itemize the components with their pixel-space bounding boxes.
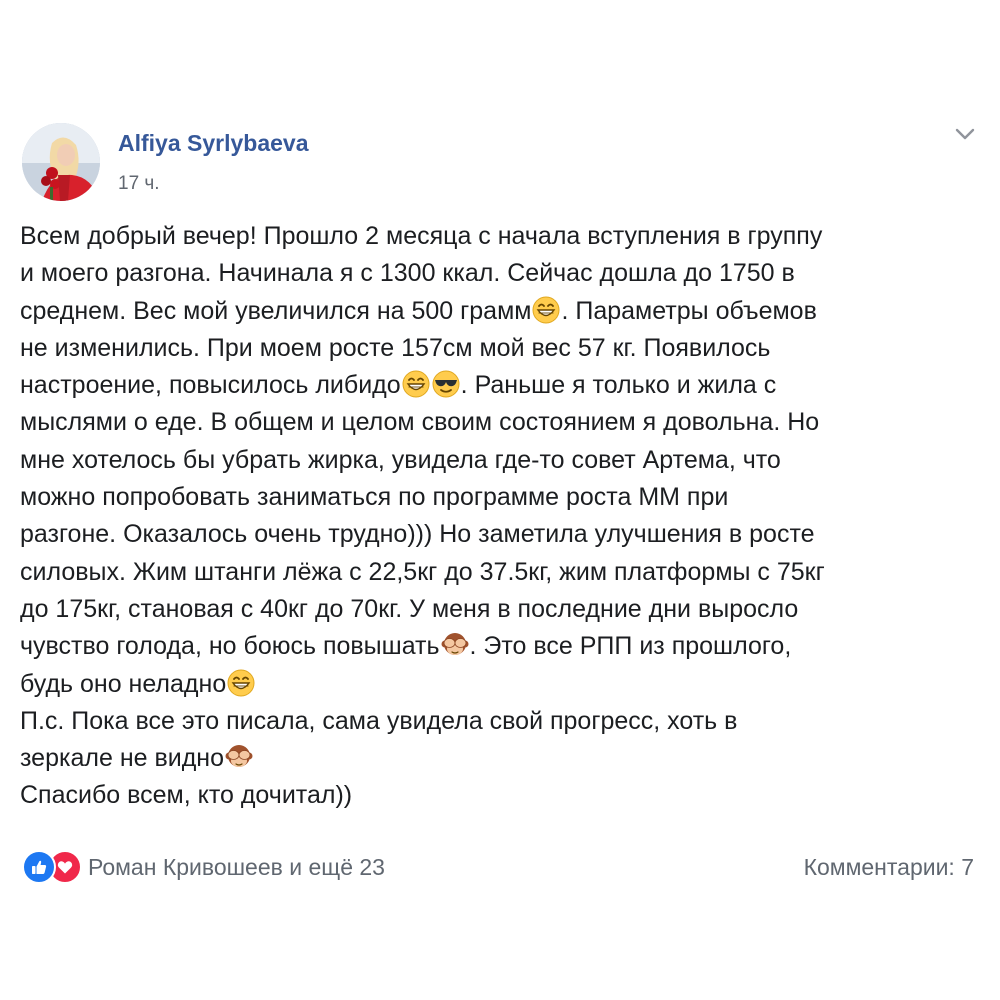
author-name[interactable]: Alfiya Syrlybaeva bbox=[118, 130, 309, 157]
post-text-line: будь оно неладно bbox=[20, 666, 980, 703]
post-timestamp[interactable]: 17 ч. bbox=[118, 173, 160, 195]
post-text-line: мне хотелось бы убрать жирка, увидела гд… bbox=[20, 445, 781, 474]
post-text: Всем добрый вечер! Прошло 2 месяца с нач… bbox=[20, 218, 980, 815]
like-icon bbox=[22, 850, 56, 884]
see-no-evil-monkey-emoji-icon bbox=[225, 743, 253, 771]
reactions-summary[interactable]: Роман Кривошеев и ещё 23 bbox=[22, 850, 385, 884]
avatar-photo bbox=[22, 123, 100, 201]
grinning-face-emoji-icon bbox=[227, 669, 255, 697]
grinning-face-emoji-icon bbox=[532, 296, 560, 324]
post-text-line: П.с. Пока все это писала, сама увидела с… bbox=[20, 706, 738, 735]
post-footer: Роман Кривошеев и ещё 23 Комментарии: 7 bbox=[22, 850, 974, 884]
facebook-post: Alfiya Syrlybaeva 17 ч. Всем добрый вече… bbox=[0, 0, 1000, 1000]
post-text-line: силовых. Жим штанги лёжа с 22,5кг до 37.… bbox=[20, 557, 825, 586]
comments-count-link[interactable]: Комментарии: 7 bbox=[804, 850, 974, 884]
grinning-face-emoji-icon bbox=[402, 370, 430, 398]
sunglasses-emoji-icon bbox=[432, 370, 460, 398]
reactors-text[interactable]: Роман Кривошеев и ещё 23 bbox=[88, 854, 385, 881]
chevron-down-icon[interactable] bbox=[952, 124, 978, 144]
post-text-line: можно попробовать заниматься по программ… bbox=[20, 483, 729, 512]
post-text-line: Спасибо всем, кто дочитал)) bbox=[20, 781, 353, 810]
post-text-line: зеркале не видно bbox=[20, 740, 980, 777]
post-text-line: и моего разгона. Начинала я с 1300 ккал.… bbox=[20, 259, 795, 288]
post-text-line: не изменились. При моем росте 157см мой … bbox=[20, 333, 771, 362]
author-avatar[interactable] bbox=[22, 123, 100, 201]
see-no-evil-monkey-emoji-icon bbox=[441, 631, 469, 659]
post-text-line: Всем добрый вечер! Прошло 2 месяца с нач… bbox=[20, 222, 823, 250]
post-text-line: настроение, повысилось либидо. Раньше я … bbox=[20, 370, 777, 400]
post-text-line: чувство голода, но боюсь повышать. Это в… bbox=[20, 631, 792, 661]
post-text-line: разгоне. Оказалось очень трудно))) Но за… bbox=[20, 520, 815, 549]
post-text-line: мыслями о еде. В общем и целом своим сос… bbox=[20, 408, 820, 437]
post-text-line: среднем. Вес мой увеличился на 500 грамм… bbox=[20, 296, 817, 325]
post-text-line: до 175кг, становая с 40кг до 70кг. У мен… bbox=[20, 594, 799, 623]
